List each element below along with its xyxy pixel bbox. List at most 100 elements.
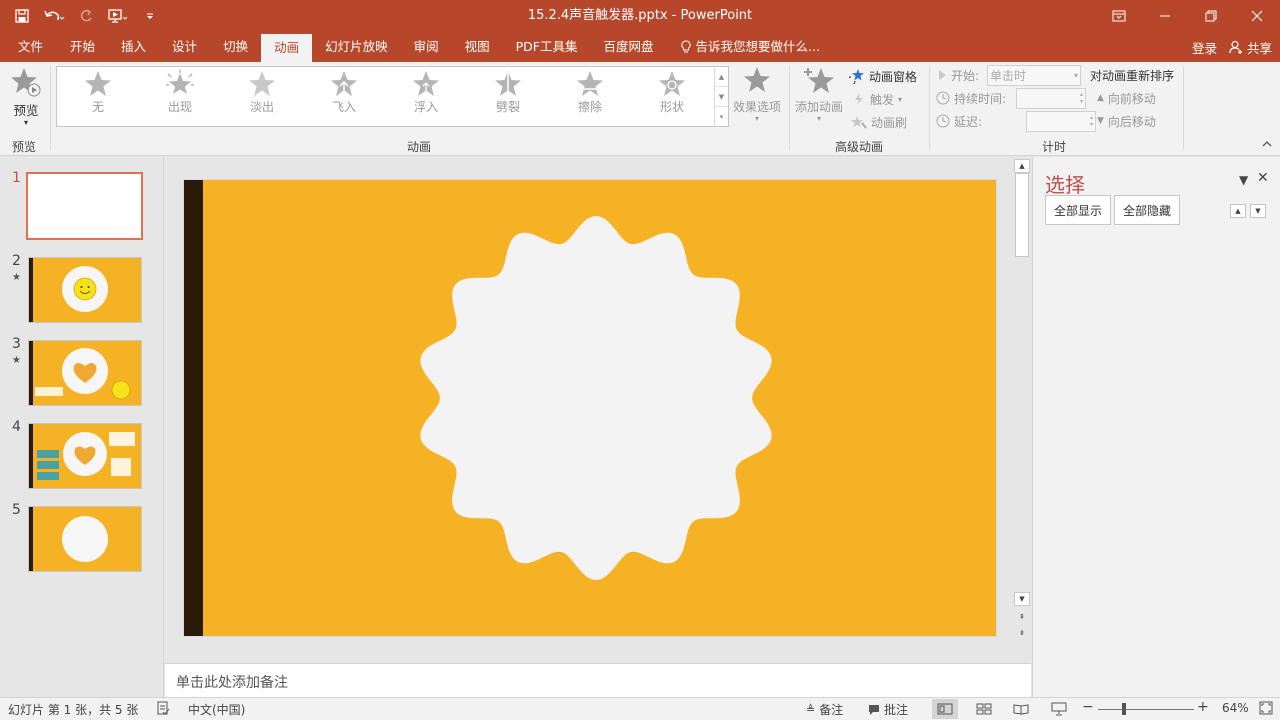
tell-me-box[interactable]: 告诉我您想要做什么... [667,32,833,62]
account-area: 登录 共享 [1192,32,1272,62]
scalloped-badge[interactable] [184,180,997,637]
editor-vertical-scrollbar[interactable]: ▲ ▼ ⇞ ⇟ [1014,157,1030,642]
animation-float-in-label: 浮入 [413,100,438,114]
tab-view[interactable]: 视图 [452,32,503,62]
effect-options-label: 效果选项 [733,100,782,114]
reading-view-icon[interactable] [1008,699,1034,719]
slide-thumbnail-4[interactable] [28,423,142,489]
next-slide-icon[interactable]: ⇟ [1014,626,1030,640]
customize-qat-icon[interactable] [136,2,164,30]
effect-options-button[interactable]: 效果选项 ▾ [733,66,781,123]
gallery-scroll-down-icon[interactable]: ▼ [715,87,728,107]
animation-appear[interactable]: 出现 [139,67,221,126]
status-bar: 幻灯片 第 1 张，共 5 张 中文(中国) ≜ 备注 批注 − + 64% [0,697,1280,720]
animation-pane-icon [849,69,864,84]
ribbon-tabs: 文件 开始 插入 设计 切换 动画 幻灯片放映 审阅 视图 PDF工具集 百度网… [4,32,833,62]
save-icon[interactable] [8,2,36,30]
animation-fade[interactable]: 淡出 [221,67,303,126]
add-animation-button[interactable]: 添加动画 ▾ [795,66,843,123]
show-all-button[interactable]: 全部显示 [1045,195,1111,225]
share-button[interactable]: 共享 [1229,38,1272,57]
slide-canvas[interactable] [183,179,997,637]
duration-spinner[interactable]: ▴ ▾ [1016,87,1087,109]
start-dropdown-icon: ▾ [1074,70,1079,80]
start-row: 开始: 单击时 ▾ [937,64,1082,86]
animation-fade-label: 淡出 [249,100,274,114]
move-later-button[interactable]: ▼ 向后移动 [1097,111,1156,131]
previous-slide-icon[interactable]: ⇞ [1014,610,1030,624]
gallery-scroll-up-icon[interactable]: ▲ [715,67,728,87]
minimize-icon[interactable] [1142,0,1188,32]
slide-thumbnail-1[interactable] [26,172,143,240]
tab-animations[interactable]: 动画 [261,34,313,62]
slide-sorter-icon[interactable] [971,699,997,719]
plain-badge-thumb [62,516,108,562]
tab-file[interactable]: 文件 [4,32,57,62]
tab-home[interactable]: 开始 [57,32,108,62]
gallery-more-icon[interactable]: ▾ [715,107,728,126]
collapse-ribbon-icon[interactable] [1262,140,1272,151]
tab-baidu-netdisk[interactable]: 百度网盘 [591,32,667,62]
animation-float-in[interactable]: 浮入 [385,67,467,126]
group-label-timing: 计时 [1042,140,1067,154]
notes-pane[interactable]: 单击此处添加备注 [165,663,1031,697]
send-backward-icon[interactable]: ▼ [1250,204,1266,218]
animation-split[interactable]: 劈裂 [467,67,549,126]
slideshow-view-icon[interactable] [1046,699,1072,719]
slide-thumbnail-3[interactable] [28,340,142,406]
comments-toggle[interactable]: 批注 [868,701,908,718]
spell-check-icon[interactable] [156,701,170,715]
zoom-out-icon[interactable]: − [1082,699,1094,715]
group-label-advanced: 高级动画 [835,140,884,154]
trigger-label: 触发 [870,92,895,107]
pane-options-dropdown-icon[interactable]: ▼ [1239,173,1248,187]
star-float-icon [413,71,439,96]
preview-button[interactable]: 预览 ▾ [6,66,46,128]
close-icon[interactable] [1234,0,1280,32]
start-from-beginning-icon[interactable] [104,2,132,30]
animation-fly-in[interactable]: 飞入 [303,67,385,126]
notes-toggle[interactable]: ≜ 备注 [806,701,843,718]
delay-spinner[interactable]: ▴ ▾ [1026,110,1097,132]
animation-shape[interactable]: 形状 [631,67,713,126]
scroll-up-icon[interactable]: ▲ [1014,159,1030,173]
tab-design[interactable]: 设计 [159,32,210,62]
start-select[interactable]: 单击时 ▾ [987,64,1082,86]
move-earlier-button[interactable]: ▲ 向前移动 [1097,88,1156,108]
redo-icon[interactable] [72,2,100,30]
zoom-in-icon[interactable]: + [1197,699,1209,715]
fit-to-window-icon[interactable] [1259,701,1273,715]
scroll-thumb[interactable] [1015,173,1029,257]
slide-number: 3 [12,336,21,352]
restore-icon[interactable] [1188,0,1234,32]
pane-close-icon[interactable]: ✕ [1257,170,1269,186]
slide-editor [165,157,1031,662]
bring-forward-icon[interactable]: ▲ [1230,204,1246,218]
ribbon-display-options-icon[interactable] [1096,0,1142,32]
undo-icon[interactable] [40,2,68,30]
animation-painter-button[interactable]: 动画刷 [851,112,907,132]
slide-thumbnail-2[interactable] [28,257,142,323]
language-indicator[interactable]: 中文(中国) [188,701,245,718]
tab-pdf-tools[interactable]: PDF工具集 [503,32,591,62]
separator [789,66,790,150]
login-link[interactable]: 登录 [1192,38,1217,57]
animation-none[interactable]: 无 [57,67,139,126]
animation-pane-button[interactable]: 动画窗格 [849,66,917,86]
normal-view-icon[interactable] [932,699,958,719]
tab-insert[interactable]: 插入 [108,32,159,62]
scroll-down-icon[interactable]: ▼ [1014,592,1030,606]
hide-all-button[interactable]: 全部隐藏 [1114,195,1180,225]
trigger-button[interactable]: 触发 ▾ [852,89,902,109]
tab-transitions[interactable]: 切换 [210,32,261,62]
star-burst-icon [166,70,194,94]
zoom-level[interactable]: 64% [1222,701,1249,715]
zoom-slider[interactable] [1098,709,1194,710]
tab-review[interactable]: 审阅 [401,32,452,62]
selection-pane-title: 选择 [1045,173,1085,197]
animation-wipe[interactable]: 擦除 [549,67,631,126]
window-title: 15.2.4声音触发器.pptx - PowerPoint [527,8,753,23]
zoom-slider-handle[interactable] [1122,703,1126,715]
slide-thumbnail-5[interactable] [28,506,142,572]
tab-slide-show[interactable]: 幻灯片放映 [312,32,401,62]
